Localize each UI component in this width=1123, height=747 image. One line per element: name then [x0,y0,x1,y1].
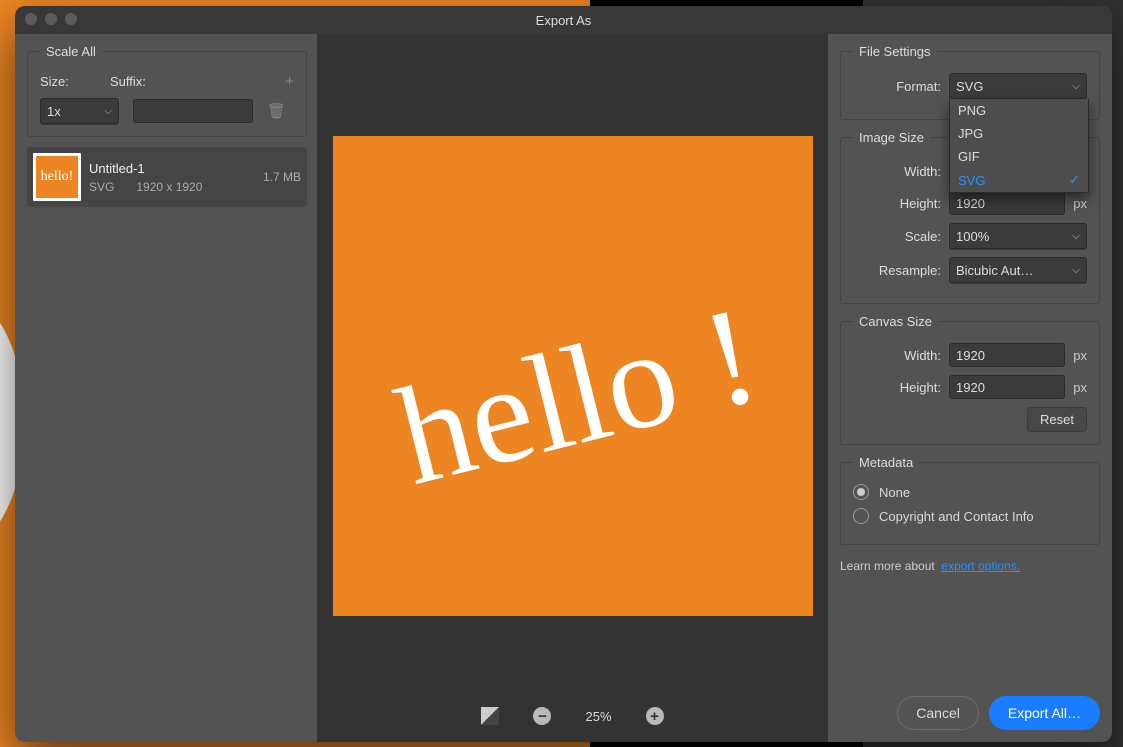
resample-label: Resample: [853,263,941,278]
scale-all-group: Scale All Size: Suffix: + 1x ⌵ 🗑 [27,44,307,137]
format-option-jpg[interactable]: JPG [950,122,1088,145]
image-height-label: Height: [853,196,941,211]
export-as-dialog: Export As Scale All Size: Suffix: + 1x ⌵… [15,6,1112,742]
reset-button[interactable]: Reset [1027,407,1087,432]
canvas-width-input[interactable]: 1920 [949,343,1065,367]
preview-area[interactable]: hello ! [317,34,828,690]
format-option-svg[interactable]: SVG ✓ [950,168,1088,192]
learn-more-text: Learn more about [840,559,935,573]
size-select-value: 1x [47,104,61,119]
canvas-height-label: Height: [853,380,941,395]
resample-select[interactable]: Bicubic Aut… ⌵ [949,257,1087,283]
thumb-text: hello! [41,169,74,185]
suffix-input[interactable] [133,99,253,123]
file-settings-legend: File Settings [853,44,937,59]
format-dropdown-menu: PNG JPG GIF SVG ✓ [949,99,1089,193]
file-settings-group: File Settings Format: SVG ⌵ PNG JPG GIF … [840,44,1100,120]
format-option-label: JPG [958,126,983,141]
check-icon: ✓ [1069,172,1080,188]
traffic-light-min[interactable] [45,13,57,25]
traffic-light-close[interactable] [25,13,37,25]
chevron-down-icon: ⌵ [104,106,112,117]
asset-format: SVG [89,180,114,194]
radio-on-icon [853,484,869,500]
zoom-toolbar: − 25% + [317,690,828,742]
metadata-group: Metadata None Copyright and Contact Info [840,455,1100,545]
chevron-down-icon: ⌵ [1072,81,1080,92]
chevron-down-icon: ⌵ [1072,265,1080,276]
format-option-label: SVG [958,173,985,188]
add-scale-icon[interactable]: + [285,73,294,90]
unit-label: px [1073,348,1087,363]
format-option-gif[interactable]: GIF [950,145,1088,168]
canvas-size-group: Canvas Size Width: 1920 px Height: 1920 … [840,314,1100,445]
suffix-label: Suffix: [110,74,285,89]
format-label: Format: [853,79,941,94]
format-option-label: PNG [958,103,986,118]
image-height-input[interactable]: 1920 [949,191,1065,215]
metadata-option-copyright[interactable]: Copyright and Contact Info [853,508,1087,524]
format-option-png[interactable]: PNG [950,99,1088,122]
zoom-level: 25% [585,709,611,724]
dialog-title: Export As [536,13,592,28]
asset-filesize: 1.7 MB [263,170,301,184]
size-label: Size: [40,74,110,89]
radio-off-icon [853,508,869,524]
right-column: File Settings Format: SVG ⌵ PNG JPG GIF … [828,34,1112,742]
canvas-height-input[interactable]: 1920 [949,375,1065,399]
asset-name: Untitled-1 [89,161,263,176]
format-select[interactable]: SVG ⌵ [949,73,1087,99]
zoom-out-icon[interactable]: − [533,707,551,725]
metadata-option-none[interactable]: None [853,484,1087,500]
image-scale-value: 100% [956,229,989,244]
preview-column: hello ! − 25% + [317,34,828,742]
metadata-legend: Metadata [853,455,919,470]
asset-dimensions: 1920 x 1920 [136,180,202,194]
asset-row[interactable]: hello! Untitled-1 SVG 1920 x 1920 1.7 MB [27,147,307,207]
window-controls [25,13,77,25]
format-select-value: SVG [956,79,983,94]
preview-canvas: hello ! [333,136,813,616]
export-all-button[interactable]: Export All… [989,696,1100,730]
cancel-button[interactable]: Cancel [897,696,979,730]
resample-value: Bicubic Aut… [956,263,1033,278]
asset-thumbnail: hello! [33,153,81,201]
export-options-link[interactable]: export options. [941,559,1020,573]
unit-label: px [1073,380,1087,395]
left-column: Scale All Size: Suffix: + 1x ⌵ 🗑 hello! [15,34,317,742]
image-width-label: Width: [853,164,941,179]
image-scale-select[interactable]: 100% ⌵ [949,223,1087,249]
image-size-legend: Image Size [853,130,930,145]
traffic-light-max[interactable] [65,13,77,25]
unit-label: px [1073,196,1087,211]
size-select[interactable]: 1x ⌵ [40,98,119,124]
chevron-down-icon: ⌵ [1072,231,1080,242]
contrast-toggle-icon[interactable] [481,707,499,725]
scale-all-legend: Scale All [40,44,102,59]
metadata-option-label: None [879,485,910,500]
zoom-in-icon[interactable]: + [646,707,664,725]
image-scale-label: Scale: [853,229,941,244]
delete-scale-icon[interactable]: 🗑 [267,102,286,120]
dialog-titlebar[interactable]: Export As [15,6,1112,34]
canvas-size-legend: Canvas Size [853,314,938,329]
canvas-width-label: Width: [853,348,941,363]
metadata-option-label: Copyright and Contact Info [879,509,1034,524]
format-option-label: GIF [958,149,980,164]
canvas-art-text: hello ! [382,274,772,518]
